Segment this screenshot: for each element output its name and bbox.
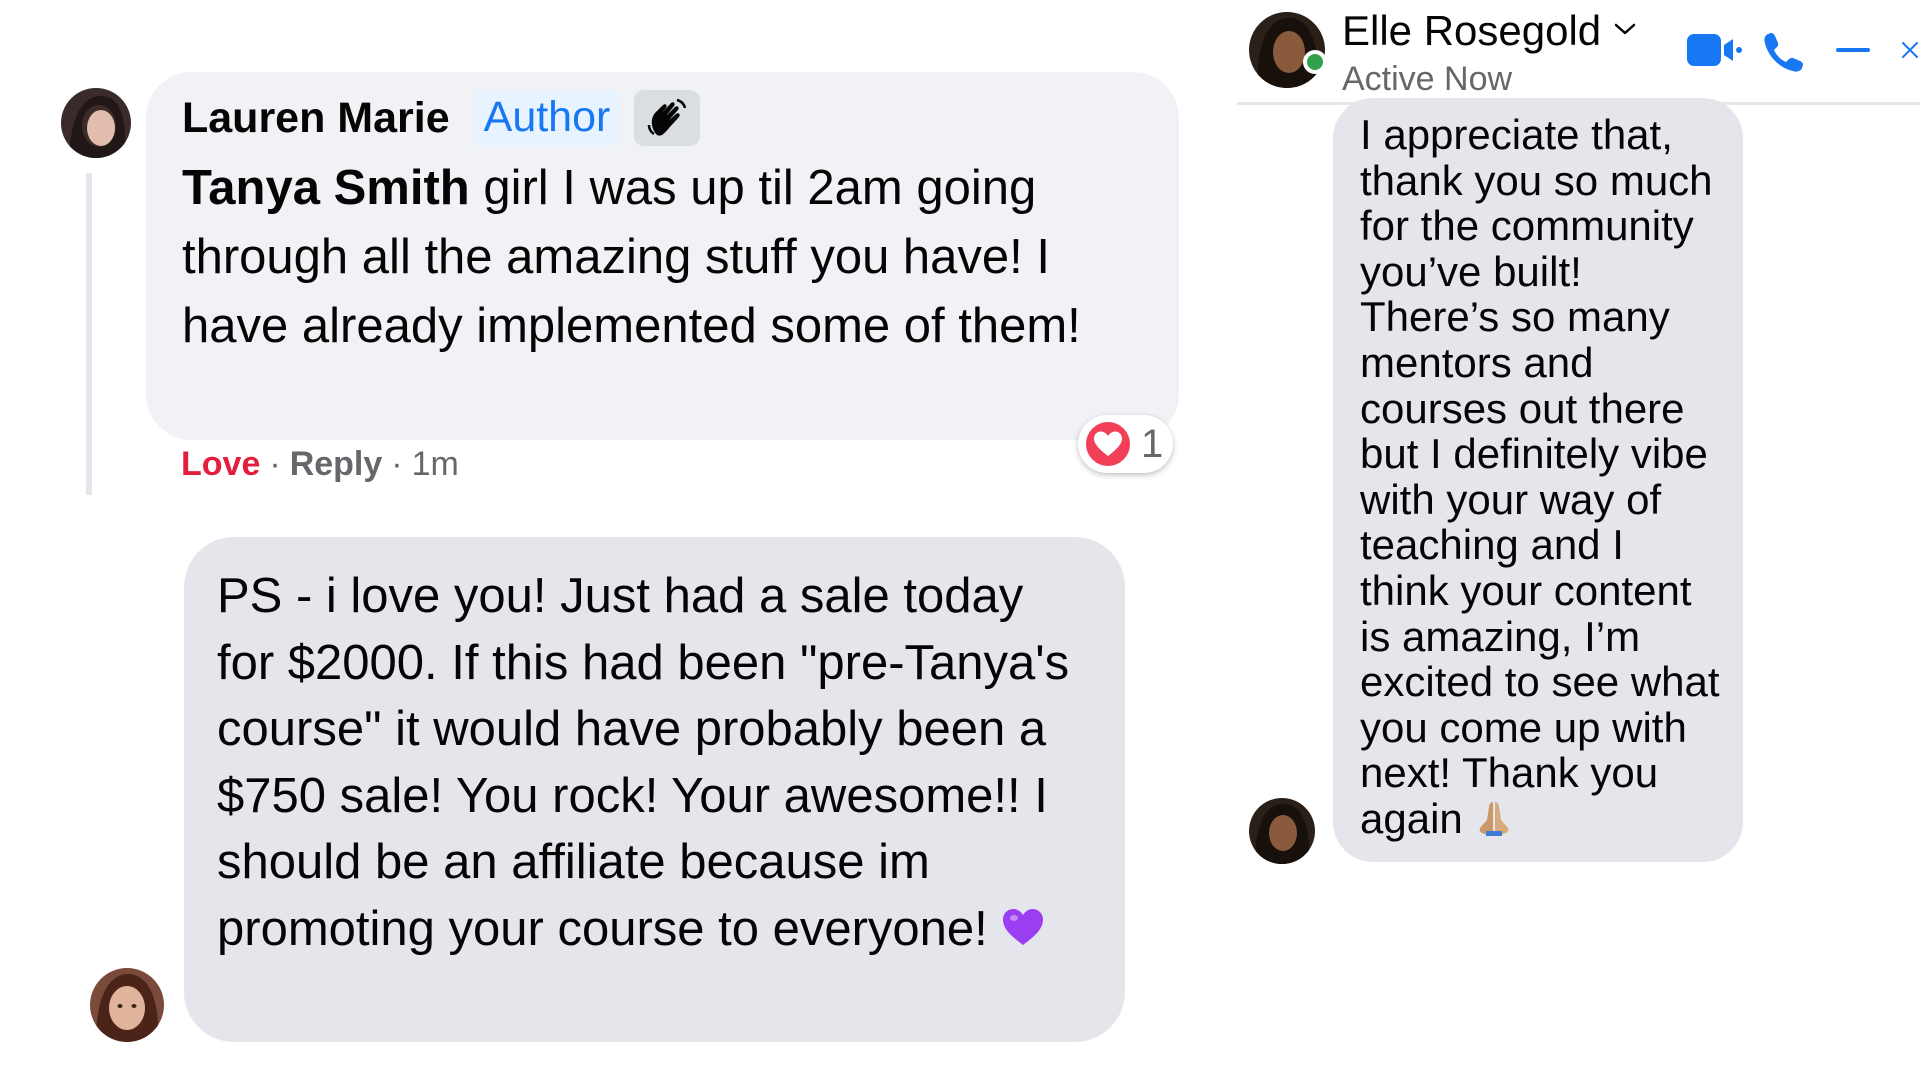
reaction-count: 1 (1141, 421, 1164, 466)
phone-icon[interactable] (1762, 30, 1804, 72)
commenter-avatar[interactable] (90, 968, 164, 1042)
message-bubble: I appreciate that, thank you so much for… (1333, 98, 1743, 862)
minimize-icon[interactable] (1834, 30, 1872, 70)
close-icon[interactable] (1900, 30, 1920, 70)
reaction-summary[interactable]: 1 (1078, 415, 1173, 473)
separator: · (391, 444, 403, 483)
active-status: Active Now (1342, 60, 1513, 98)
comment-header: Lauren Marie Author (182, 88, 1143, 148)
waving-hand-icon (634, 90, 701, 146)
comment-timestamp[interactable]: 1m (412, 445, 459, 484)
comment-text: Tanya Smith girl I was up til 2am going … (182, 154, 1143, 361)
comment-body: PS - i love you! Just had a sale today f… (217, 569, 1070, 956)
comment-text: PS - i love you! Just had a sale today f… (217, 563, 1091, 965)
chevron-down-icon[interactable] (1613, 21, 1637, 42)
contact-avatar[interactable] (1249, 798, 1315, 864)
comment-bubble: PS - i love you! Just had a sale today f… (184, 537, 1125, 1042)
online-status-dot (1303, 50, 1327, 74)
message-body: I appreciate that, thank you so much for… (1360, 111, 1720, 842)
reply-button[interactable]: Reply (290, 445, 383, 484)
love-reaction-button[interactable]: Love (181, 445, 260, 484)
video-call-icon[interactable] (1686, 30, 1742, 70)
mention-link[interactable]: Tanya Smith (182, 161, 470, 215)
comment-actions: Love · Reply · 1m (181, 440, 459, 488)
contact-name-row[interactable]: Elle Rosegold (1342, 6, 1637, 56)
separator: · (269, 444, 281, 483)
lauren-marie-avatar[interactable] (61, 88, 131, 158)
comment-bubble: Lauren Marie Author Tanya Smith girl I w… (146, 72, 1179, 440)
message-text: I appreciate that, thank you so much for… (1360, 112, 1723, 846)
folded-hands-icon (1474, 798, 1514, 847)
comment-author-name[interactable]: Lauren Marie (182, 94, 450, 143)
reply-thread-line (86, 173, 92, 495)
author-badge: Author (473, 90, 621, 146)
heart-icon (1083, 419, 1133, 469)
contact-name[interactable]: Elle Rosegold (1342, 7, 1601, 55)
purple-heart-icon (1001, 898, 1045, 965)
